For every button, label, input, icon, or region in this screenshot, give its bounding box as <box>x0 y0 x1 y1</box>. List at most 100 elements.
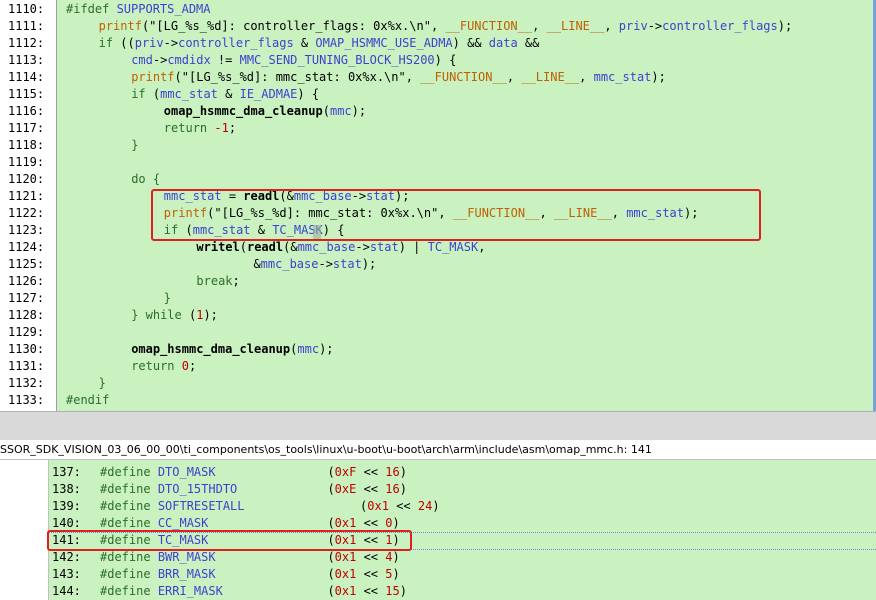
macro-value: (0x1 << 15) <box>327 583 407 600</box>
code-token: cmd <box>131 53 153 67</box>
code-token: -> <box>355 240 370 254</box>
code-token: 4 <box>385 550 393 564</box>
code-line[interactable]: &mmc_base->stat); <box>253 256 376 273</box>
line-number: 137: <box>52 465 81 479</box>
macro-name: CC_MASK <box>157 516 209 530</box>
line-number: 1123: <box>8 223 45 237</box>
editor-pane-bottom[interactable]: 137: #define DTO_MASK (0xF << 16) 138: #defi… <box>0 460 876 600</box>
code-line[interactable]: } while (1); <box>131 307 218 324</box>
code-token: 16 <box>385 482 400 496</box>
code-token: , <box>532 19 547 33</box>
code-token: ); <box>203 308 218 322</box>
code-token: 16 <box>385 465 400 479</box>
code-line[interactable]: break; <box>196 273 239 290</box>
code-token: , <box>604 19 619 33</box>
code-line[interactable]: writel(readl(&mmc_base->stat) | TC_MASK, <box>196 239 485 256</box>
code-token: & <box>293 36 316 50</box>
define-line[interactable]: #define ERRI_MASK <box>100 583 223 600</box>
code-token: ( <box>327 516 335 530</box>
line-number: 142: <box>52 550 81 564</box>
code-token: ); <box>319 342 334 356</box>
code-token: writel <box>196 240 240 254</box>
code-line[interactable]: do { <box>131 171 160 188</box>
line-number: 138: <box>52 482 81 496</box>
macro-name: DTO_15THDTO <box>157 482 238 496</box>
code-line[interactable]: printf("[LG_%s_%d]: controller_flags: 0x… <box>99 18 793 35</box>
line-number: 1111: <box>8 19 45 33</box>
code-token: __LINE__ <box>546 19 605 33</box>
line-number: 1113: <box>8 53 45 67</box>
code-token: __LINE__ <box>521 70 580 84</box>
code-token: mmc_base <box>260 257 319 271</box>
macro-value: (0x1 << 5) <box>327 566 399 583</box>
code-token: ( <box>327 584 335 598</box>
code-token: if <box>131 87 153 101</box>
code-line[interactable]: #endif <box>66 392 109 409</box>
code-line[interactable]: #ifdef SUPPORTS_ADMA <box>66 1 211 18</box>
macro-name: BWR_MASK <box>157 550 216 564</box>
code-token: mmc <box>329 104 352 118</box>
code-line[interactable]: if (mmc_stat & IE_ADMAE) { <box>131 86 319 103</box>
line-number: 1126: <box>8 274 45 288</box>
line-number: 1120: <box>8 172 45 186</box>
code-token: << <box>356 550 386 564</box>
line-number: 1128: <box>8 308 45 322</box>
code-token: do { <box>131 172 161 186</box>
line-number: 1131: <box>8 359 45 373</box>
code-token: 0x1 <box>367 499 389 513</box>
macro-name: SOFTRESETALL <box>157 499 245 513</box>
code-token: -1 <box>214 121 229 135</box>
define-keyword: #define <box>100 567 151 581</box>
code-token: ) <box>399 584 407 598</box>
pane-splitter[interactable] <box>0 411 876 440</box>
code-line[interactable]: cmd->cmdidx != MMC_SEND_TUNING_BLOCK_HS2… <box>131 52 456 69</box>
define-line[interactable]: #define SOFTRESETALL <box>100 498 245 515</box>
define-line[interactable]: #define BWR_MASK <box>100 549 216 566</box>
code-token: << <box>356 482 386 496</box>
code-line[interactable]: } <box>164 290 171 307</box>
code-token: && <box>517 36 540 50</box>
line-number: 1122: <box>8 206 45 220</box>
code-token: ( <box>327 482 335 496</box>
code-line[interactable]: if ((priv->controller_flags & OMAP_HSMMC… <box>99 35 540 52</box>
define-keyword: #define <box>100 465 151 479</box>
code-token: & <box>253 257 261 271</box>
code-token: ( <box>327 465 335 479</box>
code-token: -> <box>318 257 333 271</box>
code-line[interactable]: return -1; <box>164 120 236 137</box>
line-number: 1124: <box>8 240 45 254</box>
line-number: 1116: <box>8 104 45 118</box>
code-token: ) <box>399 465 407 479</box>
code-token: } while <box>131 308 189 322</box>
line-number: 1130: <box>8 342 45 356</box>
code-token: ( <box>239 240 247 254</box>
editor-pane-top[interactable]: 1110: #ifdef SUPPORTS_ADMA 1111: printf("[L… <box>0 0 876 411</box>
code-token: -> <box>152 53 168 67</box>
text-cursor <box>313 225 321 239</box>
line-number: 1129: <box>8 325 45 339</box>
code-token: ) <box>392 567 400 581</box>
code-line[interactable]: omap_hsmmc_dma_cleanup(mmc); <box>164 103 366 120</box>
code-line[interactable]: } <box>131 137 138 154</box>
code-token: cmdidx <box>167 53 211 67</box>
code-token: 0xE <box>334 482 357 496</box>
code-token: << <box>356 516 386 530</box>
define-line[interactable]: #define DTO_MASK <box>100 464 216 481</box>
code-token: 0x1 <box>334 516 357 530</box>
code-token: return <box>163 121 215 135</box>
code-token: controller_flags <box>178 36 294 50</box>
code-token: ); <box>651 70 666 84</box>
line-number: 1118: <box>8 138 45 152</box>
code-token: ); <box>361 257 377 271</box>
code-line[interactable]: printf("[LG_%s_%d]: mmc_stat: 0x%x.\n", … <box>131 69 666 86</box>
code-token: stat <box>369 240 399 254</box>
code-line[interactable]: } <box>99 375 106 392</box>
macro-value: (0x1 << 4) <box>327 549 399 566</box>
code-token: ; <box>189 359 197 373</box>
code-line[interactable]: omap_hsmmc_dma_cleanup(mmc); <box>131 341 333 358</box>
code-line[interactable]: return 0; <box>131 358 196 375</box>
macro-value: (0xE << 16) <box>327 481 407 498</box>
code-token: mmc_stat <box>593 70 652 84</box>
define-line[interactable]: #define DTO_15THDTO <box>100 481 237 498</box>
define-line[interactable]: #define BRR_MASK <box>100 566 216 583</box>
